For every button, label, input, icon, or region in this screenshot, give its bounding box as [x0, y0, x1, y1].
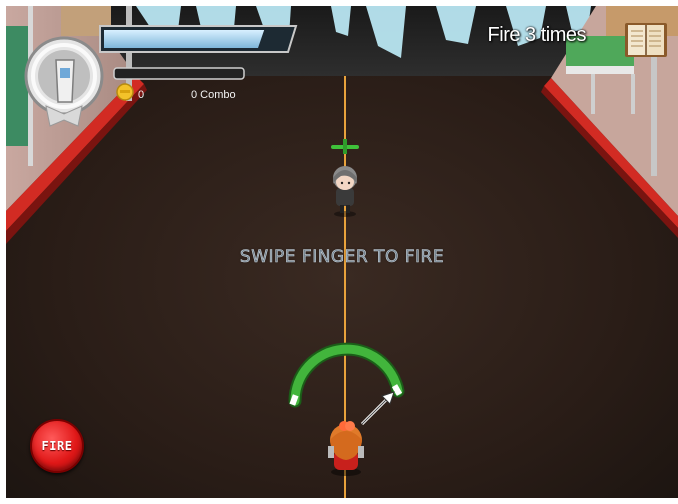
fire-button[interactable]: FIRE: [30, 419, 84, 473]
game-viewport[interactable]: Fire 3 times 0 0 Combo SWIPE FINGER TO F…: [6, 6, 678, 498]
coin-count: 0: [138, 89, 145, 101]
objective-text: Fire 3 times: [487, 24, 587, 46]
combo-counter: 0 Combo: [191, 89, 236, 101]
book-icon[interactable]: [623, 20, 669, 60]
swipe-instruction: SWIPE FINGER TO FIRE: [239, 247, 445, 268]
fire-button-label: FIRE: [41, 439, 73, 453]
